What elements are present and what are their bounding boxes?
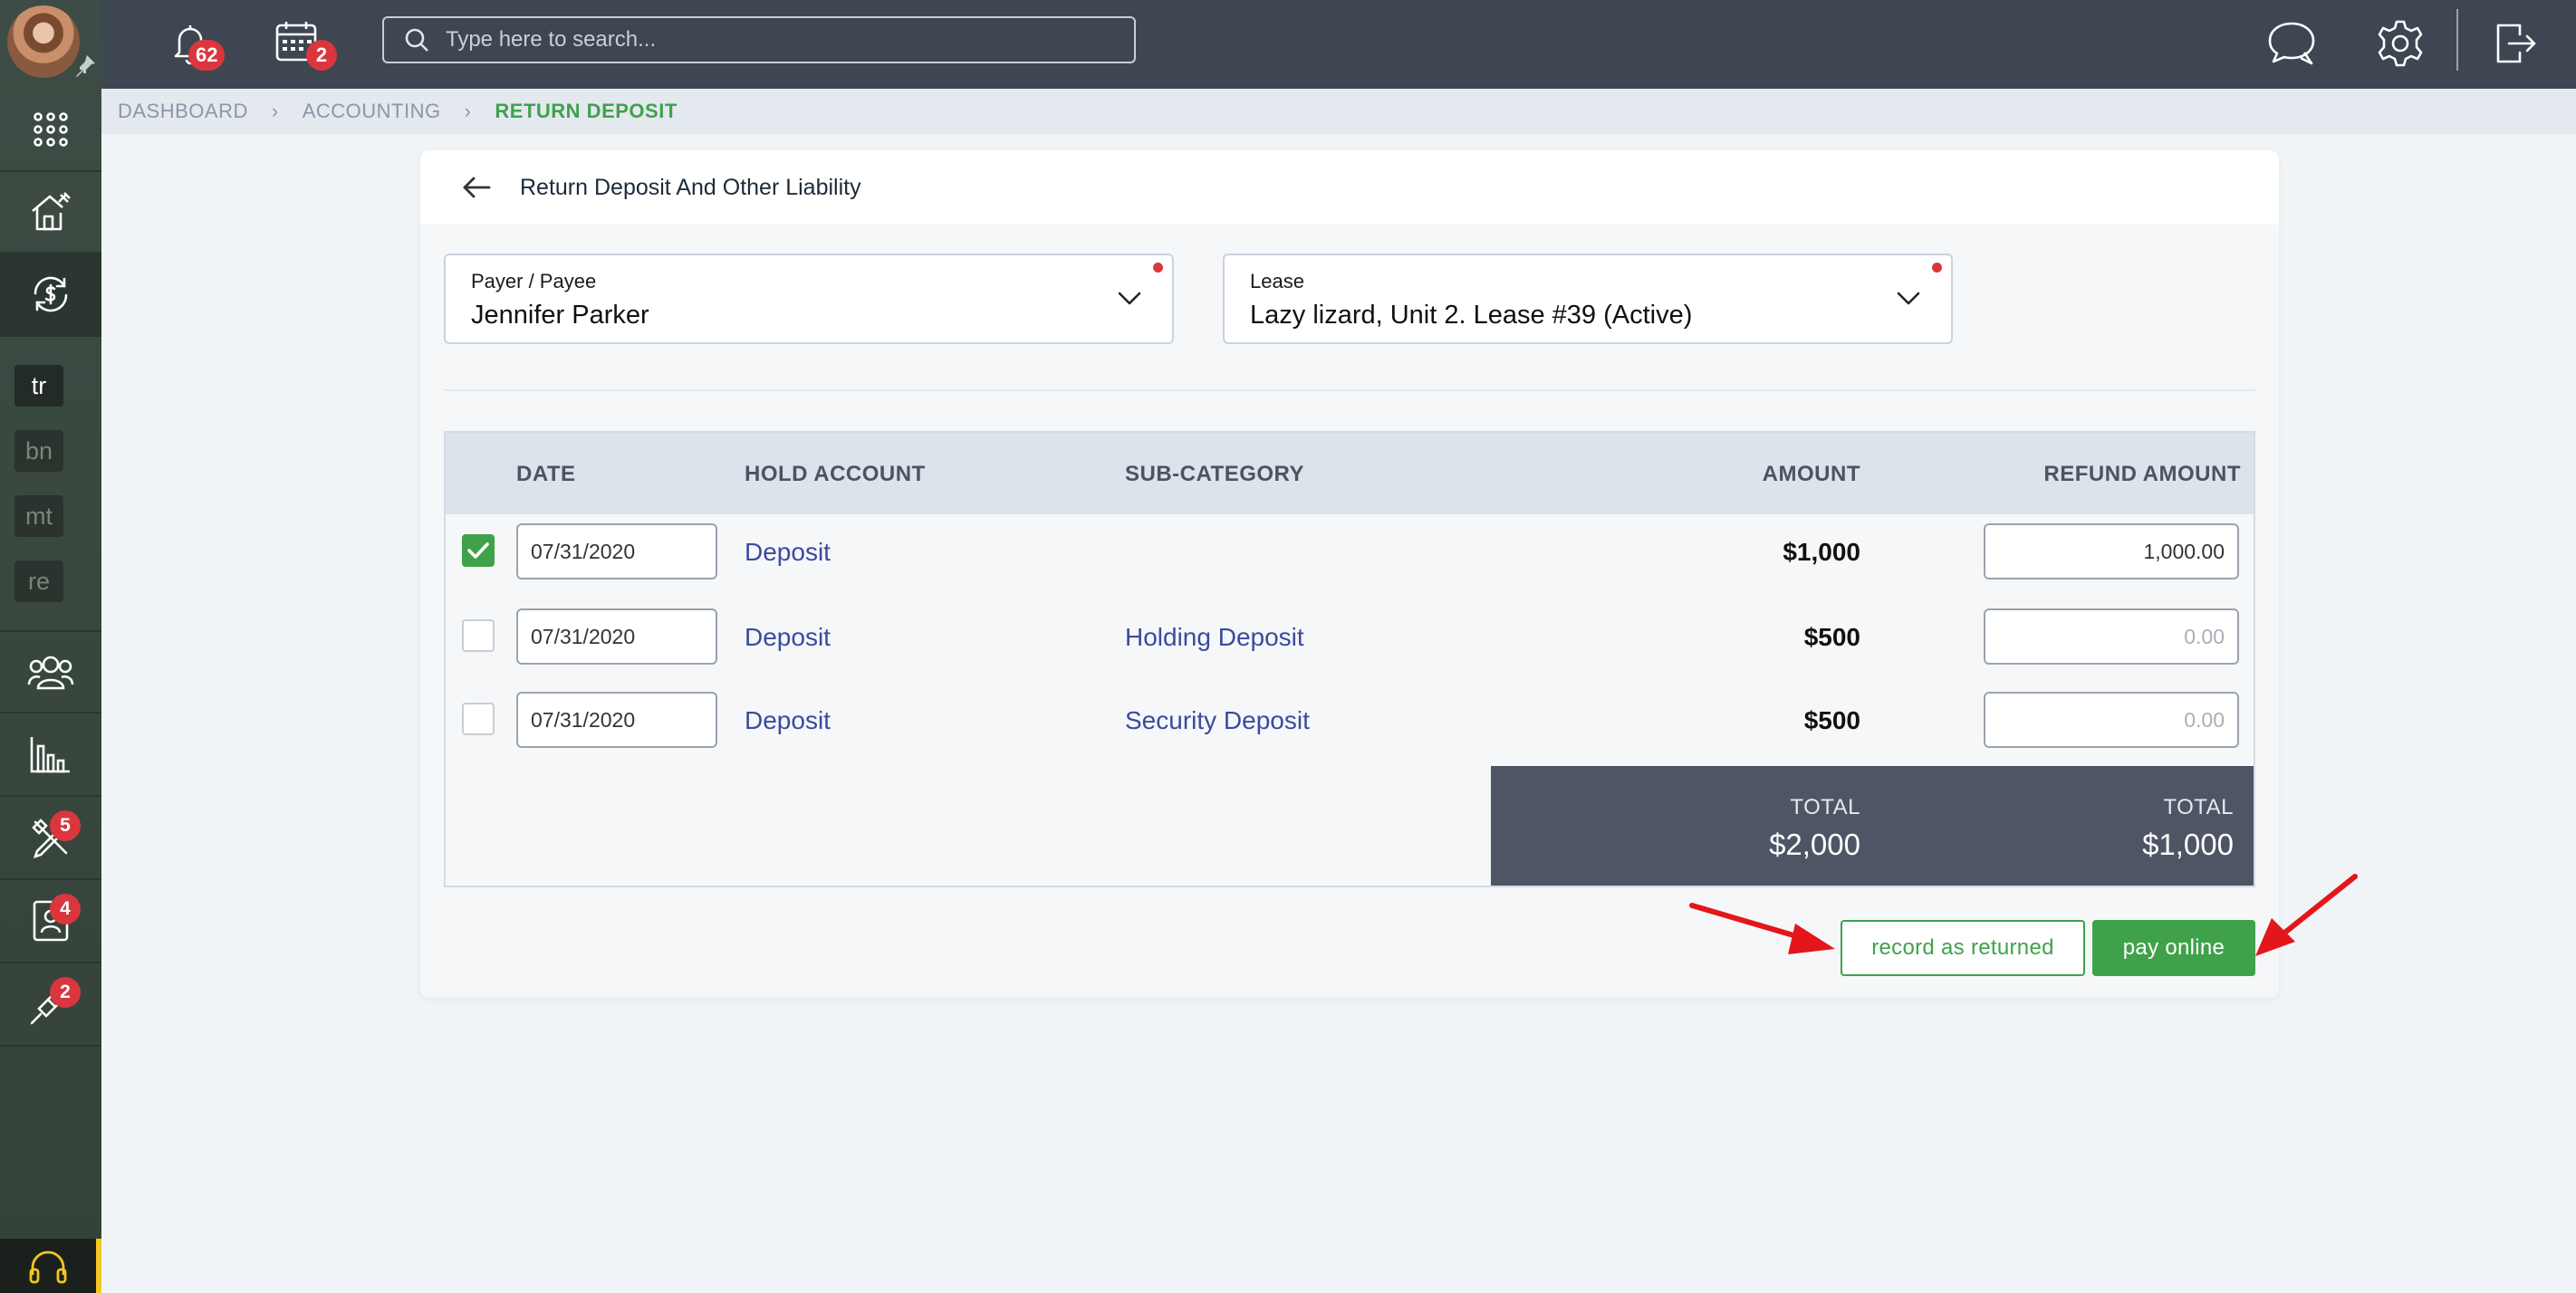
header-hold-account: HOLD ACCOUNT	[745, 462, 926, 486]
sub-category-link[interactable]: Security Deposit	[1125, 706, 1310, 735]
breadcrumb: DASHBOARD › ACCOUNTING › RETURN DEPOSIT	[101, 89, 2576, 134]
tools-badge: 5	[50, 810, 81, 841]
annotation-arrow-icon	[2280, 874, 2358, 937]
chevron-down-icon	[1897, 292, 1920, 305]
calendar-badge: 2	[306, 40, 337, 71]
integrations-badge: 2	[50, 977, 81, 1008]
headset-icon	[29, 1250, 67, 1284]
header-sub-category: SUB-CATEGORY	[1125, 462, 1304, 486]
lease-label: Lease	[1250, 270, 1304, 292]
total-refund-label: TOTAL	[2163, 795, 2234, 819]
sidebar-tag-re[interactable]: re	[14, 560, 63, 602]
logout-icon[interactable]	[2487, 16, 2542, 71]
maintenance-nav[interactable]	[0, 797, 101, 880]
header-date: DATE	[516, 462, 576, 486]
refund-amount-input[interactable]: 0.00	[1984, 692, 2239, 748]
properties-nav[interactable]	[0, 172, 101, 254]
gear-icon[interactable]	[2373, 16, 2427, 71]
people-nav[interactable]	[0, 630, 101, 714]
amount-value: $1,000	[1783, 538, 1860, 566]
contacts-nav[interactable]	[0, 880, 101, 963]
search-bar	[382, 16, 1136, 63]
divider	[444, 389, 2255, 391]
annotation-arrow-icon	[1689, 903, 1835, 954]
breadcrumb-return-deposit: RETURN DEPOSIT	[495, 100, 678, 122]
totals-panel: TOTAL $2,000 TOTAL $1,000	[1491, 766, 2254, 886]
top-bar: 62 2	[101, 0, 2576, 89]
money-exchange-icon	[34, 276, 68, 312]
topbar-divider	[2456, 9, 2458, 71]
table-row: 07/31/2020 Deposit Security Deposit $500…	[446, 690, 2254, 773]
notifications-badge: 62	[188, 40, 226, 71]
chevron-down-icon	[1118, 292, 1141, 305]
breadcrumb-dashboard[interactable]: DASHBOARD	[118, 100, 248, 123]
sidebar-tag-mt[interactable]: mt	[14, 495, 63, 537]
user-avatar[interactable]	[7, 5, 80, 78]
breadcrumb-accounting[interactable]: ACCOUNTING	[303, 100, 441, 123]
row-checkbox[interactable]	[462, 703, 495, 735]
total-amount-value: $2,000	[1769, 828, 1860, 861]
support-button[interactable]	[0, 1239, 101, 1293]
header-amount: AMOUNT	[1762, 462, 1860, 486]
row-checkbox[interactable]	[462, 534, 495, 567]
breadcrumb-chevron-icon: ›	[271, 100, 279, 122]
record-as-returned-button[interactable]: record as returned	[1841, 920, 2085, 976]
required-indicator	[1153, 263, 1163, 273]
hold-account-link[interactable]: Deposit	[745, 623, 831, 652]
house-icon	[32, 192, 71, 231]
total-amount-label: TOTAL	[1790, 795, 1860, 819]
payer-payee-value: Jennifer Parker	[471, 301, 649, 330]
arrow-left-icon	[463, 177, 491, 198]
return-deposit-card: Return Deposit And Other Liability Payer…	[420, 150, 2279, 998]
table-row: 07/31/2020 Deposit $1,000 1,000.00	[446, 523, 2254, 607]
contacts-badge: 4	[50, 894, 81, 924]
refund-amount-input[interactable]: 1,000.00	[1984, 523, 2239, 579]
breadcrumb-chevron-icon: ›	[464, 100, 472, 122]
apps-grid-nav[interactable]	[0, 89, 101, 172]
hold-account-link[interactable]: Deposit	[745, 706, 831, 735]
deposits-table: DATE HOLD ACCOUNT SUB-CATEGORY AMOUNT RE…	[444, 431, 2255, 887]
payer-payee-select[interactable]: Payer / Payee Jennifer Parker	[444, 254, 1174, 344]
row-checkbox[interactable]	[462, 619, 495, 652]
amount-value: $500	[1803, 706, 1860, 734]
page-title: Return Deposit And Other Liability	[520, 174, 861, 200]
refund-amount-input[interactable]: 0.00	[1984, 608, 2239, 665]
back-button[interactable]	[457, 168, 496, 207]
table-row: 07/31/2020 Deposit Holding Deposit $500 …	[446, 607, 2254, 690]
pin-icon[interactable]	[72, 53, 98, 78]
date-input[interactable]: 07/31/2020	[516, 692, 717, 748]
total-refund-value: $1,000	[2142, 828, 2234, 861]
hold-account-link[interactable]: Deposit	[745, 538, 831, 567]
sidebar-tag-tr[interactable]: tr	[14, 365, 63, 407]
bar-chart-icon	[30, 737, 70, 773]
integrations-nav[interactable]	[0, 963, 101, 1047]
sub-category-link[interactable]: Holding Deposit	[1125, 623, 1304, 652]
table-header: DATE HOLD ACCOUNT SUB-CATEGORY AMOUNT RE…	[446, 433, 2254, 514]
search-icon	[405, 28, 428, 52]
card-header: Return Deposit And Other Liability	[420, 150, 2279, 225]
accounting-nav[interactable]	[0, 254, 101, 337]
lease-value: Lazy lizard, Unit 2. Lease #39 (Active)	[1250, 301, 1693, 330]
date-input[interactable]: 07/31/2020	[516, 608, 717, 665]
date-input[interactable]: 07/31/2020	[516, 523, 717, 579]
people-icon	[27, 656, 74, 690]
chat-icon[interactable]	[2264, 16, 2319, 71]
amount-value: $500	[1803, 623, 1860, 651]
sidebar: tr bn mt re 5 4 2	[0, 0, 101, 1293]
search-input[interactable]	[446, 27, 1098, 53]
checkmark-icon	[467, 542, 489, 559]
lease-select[interactable]: Lease Lazy lizard, Unit 2. Lease #39 (Ac…	[1223, 254, 1953, 344]
reports-nav[interactable]	[0, 714, 101, 797]
grid-icon	[34, 112, 68, 147]
sidebar-tag-bn[interactable]: bn	[14, 430, 63, 472]
header-refund-amount: REFUND AMOUNT	[2043, 462, 2241, 486]
payer-payee-label: Payer / Payee	[471, 270, 597, 292]
pay-online-button[interactable]: pay online	[2092, 920, 2255, 976]
required-indicator	[1932, 263, 1942, 273]
